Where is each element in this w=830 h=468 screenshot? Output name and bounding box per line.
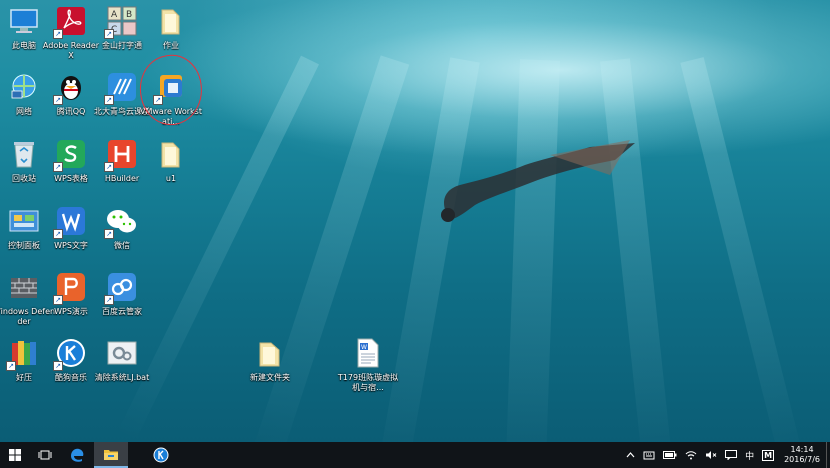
desktop-icon-homework-folder[interactable]: 作业	[139, 4, 203, 51]
chevron-up-icon	[626, 452, 635, 458]
baidu-cloud-icon: ↗	[104, 270, 139, 305]
desktop-icon-wechat[interactable]: ↗ 微信	[90, 204, 154, 251]
wifi-icon	[685, 451, 697, 460]
desktop-icon-label: 百度云管家	[102, 307, 142, 316]
cloud-classroom-icon: ↗	[104, 70, 139, 105]
shortcut-arrow-icon: ↗	[104, 295, 114, 305]
wps-writer-icon: ↗	[53, 204, 88, 239]
system-tray: 中 M 14:14 2016/7/6	[622, 442, 830, 468]
show-hidden-icons-button[interactable]	[622, 452, 639, 458]
control-panel-icon	[7, 204, 41, 238]
network-icon	[7, 70, 41, 104]
wechat-icon: ↗	[104, 204, 139, 239]
shortcut-arrow-icon: ↗	[104, 95, 114, 105]
clock-date: 2016/7/6	[784, 455, 820, 464]
word-document-icon: W	[351, 336, 385, 370]
taskbar-file-explorer-button[interactable]	[94, 442, 128, 468]
clock-button[interactable]: 14:14 2016/7/6	[778, 445, 826, 465]
svg-text:W: W	[361, 344, 367, 351]
archive-books-icon: ↗	[6, 336, 41, 371]
folder-icon	[154, 137, 188, 171]
qq-penguin-icon: ↗	[53, 70, 88, 105]
battery-icon	[663, 451, 677, 459]
shortcut-arrow-icon: ↗	[104, 29, 114, 39]
adobe-reader-icon: ↗	[53, 4, 88, 39]
desktop-icon-baidu-cloud[interactable]: ↗ 百度云管家	[90, 270, 154, 317]
diver-silhouette	[441, 140, 635, 222]
computer-icon	[7, 4, 41, 38]
shortcut-arrow-icon: ↗	[53, 162, 63, 172]
desktop-icon-word-document[interactable]: W T179班陈璇虚拟机与宿...	[336, 336, 400, 393]
show-desktop-button[interactable]	[826, 442, 830, 468]
svg-text:A: A	[111, 10, 118, 20]
input-language-button[interactable]: 中	[741, 449, 758, 462]
keyboard-icon	[643, 451, 655, 460]
shortcut-arrow-icon: ↗	[104, 162, 114, 172]
desktop-icon-clean-bat[interactable]: 清除系统LJ.bat	[90, 336, 154, 383]
ime-mode-button[interactable]: M	[758, 449, 778, 461]
taskbar: 中 M 14:14 2016/7/6	[0, 442, 830, 468]
kugou-music-icon: ↗	[53, 336, 88, 371]
wifi-button[interactable]	[681, 450, 701, 460]
action-center-button[interactable]	[721, 450, 741, 460]
hbuilder-icon: ↗	[104, 137, 139, 172]
svg-text:B: B	[126, 10, 132, 20]
folder-icon	[253, 336, 287, 370]
desktop-icon-new-folder[interactable]: 新建文件夹	[238, 336, 302, 383]
desktop-icon-label: 新建文件夹	[250, 373, 290, 382]
taskbar-edge-button[interactable]	[60, 442, 94, 468]
shortcut-arrow-icon: ↗	[53, 295, 63, 305]
desktop-icon-label: 作业	[163, 41, 179, 50]
clock-time: 14:14	[790, 445, 814, 454]
tray-app-icon-button[interactable]	[639, 450, 659, 460]
message-icon	[725, 450, 738, 460]
shortcut-arrow-icon: ↗	[104, 229, 114, 239]
shortcut-arrow-icon: ↗	[53, 95, 63, 105]
shortcut-arrow-icon: ↗	[53, 361, 63, 371]
desktop-icon-label: 微信	[114, 241, 130, 250]
battery-button[interactable]	[659, 451, 681, 459]
typing-keys-icon: ABC ↗	[104, 4, 139, 39]
task-view-icon	[38, 450, 52, 460]
desktop-icon-label: T179班陈璇虚拟机与宿...	[337, 373, 399, 392]
kugou-music-icon	[153, 447, 169, 463]
ime-label: M	[762, 449, 775, 461]
windows-logo-icon	[9, 449, 21, 461]
shortcut-arrow-icon: ↗	[6, 361, 16, 371]
desktop-icon-label: u1	[165, 174, 177, 183]
shortcut-arrow-icon: ↗	[53, 229, 63, 239]
desktop-icon-u1[interactable]: u1	[139, 137, 203, 184]
volume-button[interactable]	[701, 450, 721, 460]
speaker-muted-icon	[706, 451, 717, 459]
wps-spreadsheet-icon: ↗	[53, 137, 88, 172]
folder-icon	[154, 4, 188, 38]
desktop-icon-label: 清除系统LJ.bat	[94, 373, 150, 382]
shortcut-arrow-icon: ↗	[53, 29, 63, 39]
task-view-button[interactable]	[30, 442, 60, 468]
start-button[interactable]	[0, 442, 30, 468]
file-explorer-icon	[104, 449, 118, 460]
recycle-bin-icon	[7, 137, 41, 171]
brick-wall-icon	[7, 270, 41, 304]
batch-file-gear-icon	[105, 336, 139, 370]
wps-presentation-icon: ↗	[53, 270, 88, 305]
edge-icon	[71, 448, 84, 462]
taskbar-kugou-button[interactable]	[144, 442, 178, 468]
